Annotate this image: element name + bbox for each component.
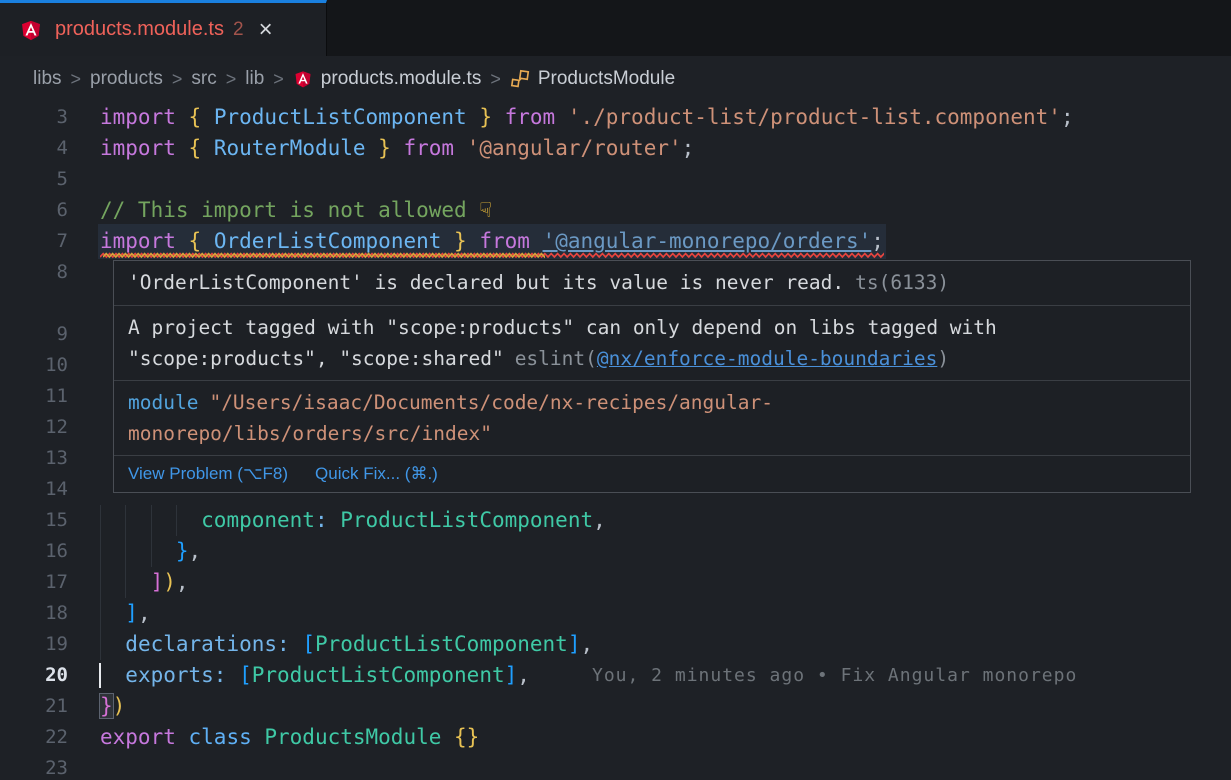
line-number: 15	[0, 505, 68, 536]
hover-ts-diagnostic: 'OrderListComponent' is declared but its…	[114, 261, 1190, 306]
line-number: 21	[0, 691, 68, 722]
line-number: 7	[0, 226, 68, 257]
code-text: component: ProductListComponent,	[100, 505, 606, 536]
tab-title: products.module.ts	[55, 18, 224, 41]
code-line-21[interactable]: 21})	[0, 691, 1231, 722]
code-line-22[interactable]: 22 export class ProductsModule {}	[0, 722, 1231, 753]
line-number: 16	[0, 536, 68, 567]
line-number: 22	[0, 722, 68, 753]
breadcrumb: libs > products > src > lib > products.m…	[0, 56, 1231, 102]
text-cursor	[99, 663, 101, 688]
chevron-right-icon: >	[172, 69, 183, 90]
module-path-line1: module"/Users/isaac/Documents/code/nx-re…	[128, 387, 1176, 418]
angular-icon	[19, 18, 43, 42]
code-line-17[interactable]: 17 ]),	[0, 567, 1231, 598]
line-number: 4	[0, 133, 68, 164]
line-number: 6	[0, 195, 68, 226]
code-line-5[interactable]: 5	[0, 164, 1231, 195]
code-text: import { OrderListComponent } from '@ang…	[100, 226, 884, 257]
chevron-right-icon: >	[71, 69, 82, 90]
code-line-7[interactable]: 7 import { OrderListComponent } from '@an…	[0, 226, 1231, 257]
tab-problem-count: 2	[233, 19, 244, 41]
view-problem-link[interactable]: View Problem (⌥F8)	[128, 464, 288, 484]
code-text: import { ProductListComponent } from './…	[100, 102, 1074, 133]
code-text: })	[100, 691, 125, 722]
tab-bar: products.module.ts 2 ×	[0, 0, 1231, 56]
eslint-message-line2: "scope:products", "scope:shared"eslint(@…	[128, 343, 1176, 374]
line-number: 11	[0, 381, 68, 412]
code-line-4[interactable]: 4 import { RouterModule } from '@angular/…	[0, 133, 1231, 164]
chevron-right-icon: >	[273, 69, 284, 90]
code-line-6[interactable]: 6 // This import is not allowed ☟	[0, 195, 1231, 226]
breadcrumb-item-src[interactable]: src	[191, 68, 216, 90]
line-number: 20	[0, 660, 68, 691]
breadcrumb-item-libs[interactable]: libs	[33, 68, 62, 90]
ts-diagnostic-message: 'OrderListComponent' is declared but its…	[128, 271, 844, 294]
code-line-18[interactable]: 18 ],	[0, 598, 1231, 629]
hover-eslint-diagnostic: A project tagged with "scope:products" c…	[114, 306, 1190, 381]
code-text: ]),	[100, 567, 189, 598]
chevron-right-icon: >	[490, 69, 501, 90]
code-line-23[interactable]: 23	[0, 753, 1231, 780]
vscode-window: products.module.ts 2 × libs > products >…	[0, 0, 1231, 780]
line-number: 17	[0, 567, 68, 598]
code-line-16[interactable]: 16 },	[0, 536, 1231, 567]
line-number: 12	[0, 412, 68, 443]
breadcrumb-item-lib[interactable]: lib	[245, 68, 264, 90]
line-number: 5	[0, 164, 68, 195]
line-number: 14	[0, 474, 68, 505]
code-text: exports: [ProductListComponent],	[100, 660, 530, 691]
code-text: ],	[100, 598, 151, 629]
code-line-15[interactable]: 15 component: ProductListComponent,	[0, 505, 1231, 536]
code-text: },	[100, 536, 201, 567]
line-number: 10	[0, 350, 68, 381]
eslint-message-line1: A project tagged with "scope:products" c…	[128, 312, 1176, 343]
eslint-rule-link[interactable]: @nx/enforce-module-boundaries	[597, 347, 937, 370]
breadcrumb-item-symbol[interactable]: ProductsModule	[538, 68, 675, 90]
class-symbol-icon	[510, 69, 530, 94]
line-number: 3	[0, 102, 68, 133]
chevron-right-icon: >	[226, 69, 237, 90]
line-number: 23	[0, 753, 68, 780]
close-icon[interactable]: ×	[259, 18, 273, 42]
angular-icon	[293, 69, 313, 94]
code-text: declarations: [ProductListComponent],	[100, 629, 593, 660]
code-line-3[interactable]: 3 import { ProductListComponent } from '.…	[0, 102, 1231, 133]
line-number: 18	[0, 598, 68, 629]
code-text: import { RouterModule } from '@angular/r…	[100, 133, 694, 164]
breadcrumb-item-products[interactable]: products	[90, 68, 163, 90]
code-text: export class ProductsModule {}	[100, 722, 479, 753]
hover-tooltip: 'OrderListComponent' is declared but its…	[113, 260, 1191, 493]
line-number: 19	[0, 629, 68, 660]
line-number: 8	[0, 257, 68, 288]
code-text: // This import is not allowed ☟	[100, 195, 492, 226]
quick-fix-link[interactable]: Quick Fix... (⌘.)	[315, 464, 438, 484]
line-number: 9	[0, 319, 68, 350]
module-path-line2: monorepo/libs/orders/src/index"	[128, 418, 1176, 449]
line-number: 13	[0, 443, 68, 474]
code-line-19[interactable]: 19 declarations: [ProductListComponent],	[0, 629, 1231, 660]
tab-products-module[interactable]: products.module.ts 2 ×	[0, 0, 327, 56]
breadcrumb-item-file[interactable]: products.module.ts	[321, 68, 482, 90]
hover-action-bar: View Problem (⌥F8) Quick Fix... (⌘.)	[114, 456, 1190, 492]
code-line-20[interactable]: 20 exports: [ProductListComponent], You, …	[0, 660, 1231, 691]
hover-module-info: module"/Users/isaac/Documents/code/nx-re…	[114, 381, 1190, 456]
ts-diagnostic-code: ts(6133)	[855, 271, 949, 294]
git-blame-annotation: You, 2 minutes ago • Fix Angular monorep…	[592, 660, 1077, 691]
